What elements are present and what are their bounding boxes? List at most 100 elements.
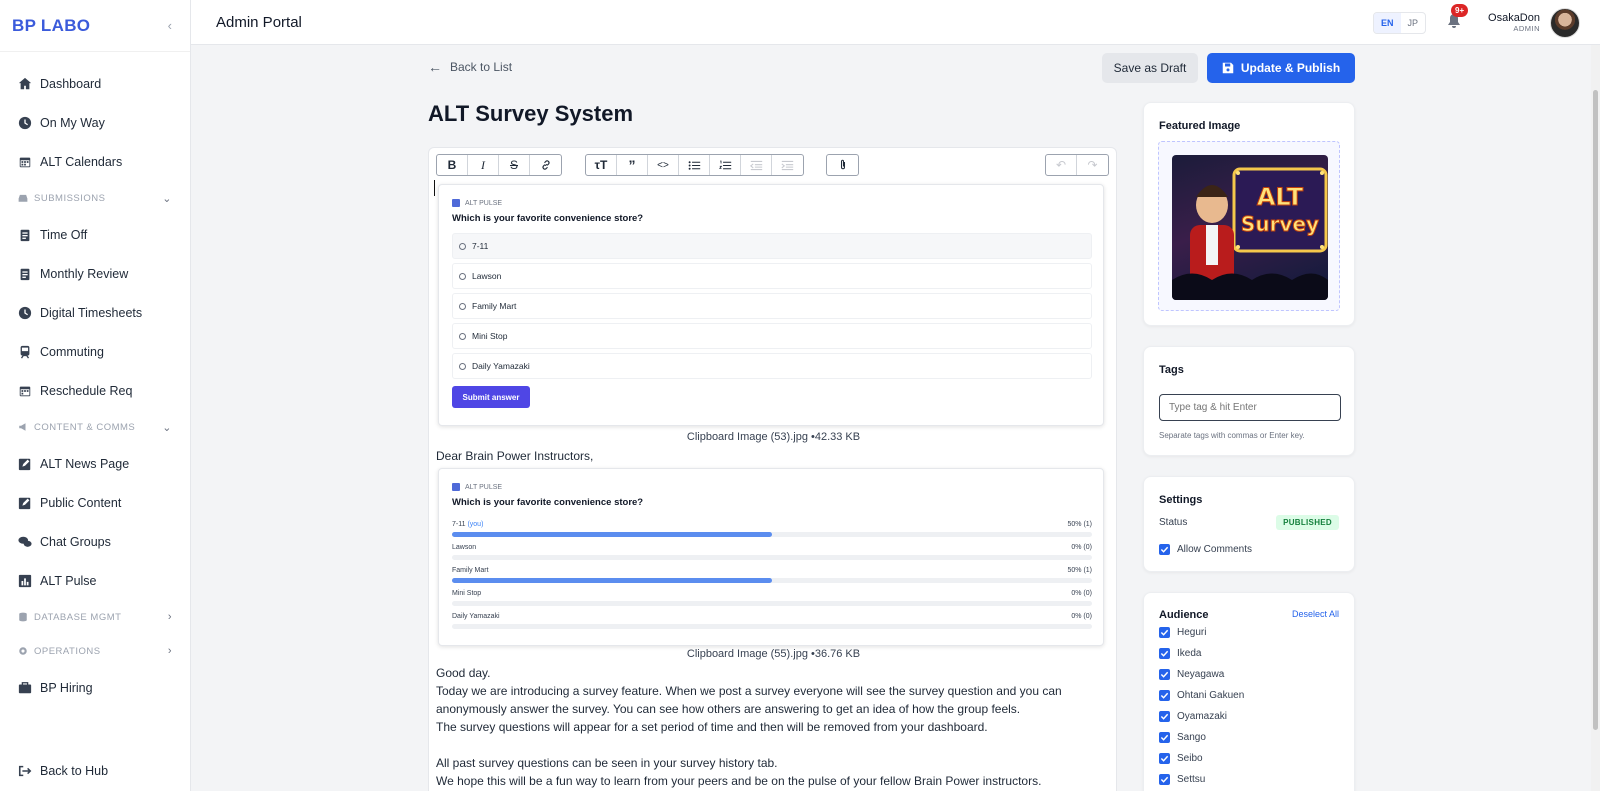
checkbox-checked-icon[interactable] xyxy=(1159,711,1170,722)
section-operations[interactable]: OPERATIONS › xyxy=(0,634,190,668)
sidebar-item-on-my-way[interactable]: On My Way xyxy=(0,103,190,142)
audience-checkbox[interactable]: Settsu xyxy=(1159,774,1205,785)
checkbox-checked-icon[interactable] xyxy=(1159,544,1170,555)
sidebar-item-monthly-review[interactable]: Monthly Review xyxy=(0,254,190,293)
user-info[interactable]: OsakaDon ADMIN xyxy=(1488,12,1540,33)
sidebar-item-commuting[interactable]: Commuting xyxy=(0,332,190,371)
audience-checkbox[interactable]: Neyagawa xyxy=(1159,669,1224,680)
sidebar-item-alt-calendars[interactable]: ALT Calendars xyxy=(0,142,190,181)
save-draft-button[interactable]: Save as Draft xyxy=(1102,53,1198,83)
option-label: 7-11 xyxy=(472,241,489,251)
survey-question: Which is your favorite convenience store… xyxy=(452,213,644,224)
sidebar-item-alt-news-page[interactable]: ALT News Page xyxy=(0,444,190,483)
checkbox-checked-icon[interactable] xyxy=(1159,774,1170,785)
radio-icon xyxy=(459,332,466,340)
outdent-button[interactable] xyxy=(741,155,772,175)
audience-checkbox[interactable]: Oyamazaki xyxy=(1159,711,1227,722)
lang-en-button[interactable]: EN xyxy=(1373,12,1401,33)
chevron-down-icon: ⌄ xyxy=(162,192,172,205)
survey-header: ALT PULSE xyxy=(452,199,502,207)
result-label-wrap: Mini Stop xyxy=(452,590,481,597)
page-scrollbar[interactable] xyxy=(1591,45,1600,791)
checkbox-checked-icon[interactable] xyxy=(1159,753,1170,764)
greeting-text: Dear Brain Power Instructors, xyxy=(436,449,594,463)
audience-checkbox[interactable]: Ikeda xyxy=(1159,648,1201,659)
strikethrough-button[interactable]: S xyxy=(499,155,530,175)
audience-label: Neyagawa xyxy=(1177,669,1225,680)
bullet-list-button[interactable] xyxy=(679,155,710,175)
survey-option: Daily Yamazaki xyxy=(452,353,1092,379)
collapse-sidebar-icon[interactable]: ‹ xyxy=(168,18,172,33)
survey-results-image[interactable]: ALT PULSE Which is your favorite conveni… xyxy=(438,468,1104,646)
audience-checkbox[interactable]: Ohtani Gakuen xyxy=(1159,690,1244,701)
lang-jp-button[interactable]: JP xyxy=(1401,13,1426,33)
featured-image[interactable]: ALT Survey xyxy=(1172,155,1328,300)
numbered-list-button[interactable] xyxy=(710,155,741,175)
tag-input[interactable] xyxy=(1159,394,1341,421)
image-caption: Clipboard Image (55).jpg •36.76 KB xyxy=(686,648,861,660)
sidebar-item-alt-pulse[interactable]: ALT Pulse xyxy=(0,561,190,600)
heading-button[interactable]: τT xyxy=(586,155,617,175)
sidebar-item-reschedule-req[interactable]: Reschedule Req xyxy=(0,371,190,410)
scrollbar-thumb[interactable] xyxy=(1593,90,1598,730)
audience-checkbox[interactable]: Seibo xyxy=(1159,753,1203,764)
checkbox-checked-icon[interactable] xyxy=(1159,669,1170,680)
checkbox-checked-icon[interactable] xyxy=(1159,690,1170,701)
paperclip-icon xyxy=(840,159,845,170)
result-label-row: 7-11 (you) 50% (1) xyxy=(452,521,1092,528)
survey-question-image[interactable]: ALT PULSE Which is your favorite conveni… xyxy=(438,184,1104,426)
portal-title: Admin Portal xyxy=(216,13,302,31)
featured-image-dropzone[interactable]: ALT Survey xyxy=(1158,141,1340,311)
sidebar-item-chat-groups[interactable]: Chat Groups xyxy=(0,522,190,561)
back-to-list-link[interactable]: ← Back to List xyxy=(428,59,512,75)
sidebar-item-digital-timesheets[interactable]: Digital Timesheets xyxy=(0,293,190,332)
sidebar-item-label: On My Way xyxy=(40,115,105,130)
checkbox-checked-icon[interactable] xyxy=(1159,732,1170,743)
back-to-hub-link[interactable]: Back to Hub xyxy=(18,759,108,783)
avatar[interactable] xyxy=(1550,7,1580,38)
sidebar-item-time-off[interactable]: Time Off xyxy=(0,215,190,254)
outdent-icon xyxy=(749,160,762,170)
checkbox-checked-icon[interactable] xyxy=(1159,648,1170,659)
page-title: ALT Survey System xyxy=(428,101,634,126)
inbox-icon xyxy=(18,193,28,203)
sidebar-item-dashboard[interactable]: Dashboard xyxy=(0,64,190,103)
brand-logo[interactable]: BP LABO xyxy=(12,16,90,36)
survey-option: Mini Stop xyxy=(452,323,1092,349)
sidebar-item-bp-hiring[interactable]: BP Hiring xyxy=(0,668,190,707)
megaphone-icon xyxy=(18,422,28,432)
bold-button[interactable]: B xyxy=(437,155,468,175)
redo-button[interactable]: ↷ xyxy=(1077,155,1108,175)
section-database-mgmt[interactable]: DATABASE MGMT › xyxy=(0,600,190,634)
section-submissions[interactable]: SUBMISSIONS ⌄ xyxy=(0,181,190,215)
result-row: Daily Yamazaki 0% (0) xyxy=(452,613,1092,629)
sidebar-item-public-content[interactable]: Public Content xyxy=(0,483,190,522)
audience-checkbox[interactable]: Sango xyxy=(1159,732,1206,743)
italic-button[interactable]: I xyxy=(468,155,499,175)
rich-text-editor[interactable]: B I S τT ” <> ↶ ↷ ALT PULSE Which is you… xyxy=(428,147,1117,791)
link-button[interactable] xyxy=(530,155,561,175)
result-label-row: Lawson 0% (0) xyxy=(452,544,1092,551)
audience-checkbox[interactable]: Heguri xyxy=(1159,627,1206,638)
result-label-row: Daily Yamazaki 0% (0) xyxy=(452,613,1092,620)
result-bar xyxy=(452,601,1092,606)
radio-icon xyxy=(459,302,466,310)
deselect-all-link[interactable]: Deselect All xyxy=(1292,609,1339,619)
quote-button[interactable]: ” xyxy=(617,155,648,175)
indent-button[interactable] xyxy=(772,155,803,175)
audience-title: Audience xyxy=(1159,609,1209,621)
paragraph-line: Good day. xyxy=(436,666,491,680)
undo-button[interactable]: ↶ xyxy=(1046,155,1077,175)
code-button[interactable]: <> xyxy=(648,155,679,175)
notification-button[interactable]: 9+ xyxy=(1446,3,1469,33)
paragraph-line: We hope this will be a fun way to learn … xyxy=(436,774,1042,788)
audience-label: Heguri xyxy=(1177,627,1207,638)
update-publish-button[interactable]: Update & Publish xyxy=(1207,53,1355,83)
result-label: Mini Stop xyxy=(452,590,482,597)
allow-comments-checkbox[interactable]: Allow Comments xyxy=(1159,544,1252,555)
result-percent: 0% (0) xyxy=(1071,613,1092,620)
attach-button[interactable] xyxy=(827,155,858,175)
checkbox-checked-icon[interactable] xyxy=(1159,627,1170,638)
clipboard-icon xyxy=(18,228,32,242)
section-content-comms[interactable]: CONTENT & COMMS ⌄ xyxy=(0,410,190,444)
